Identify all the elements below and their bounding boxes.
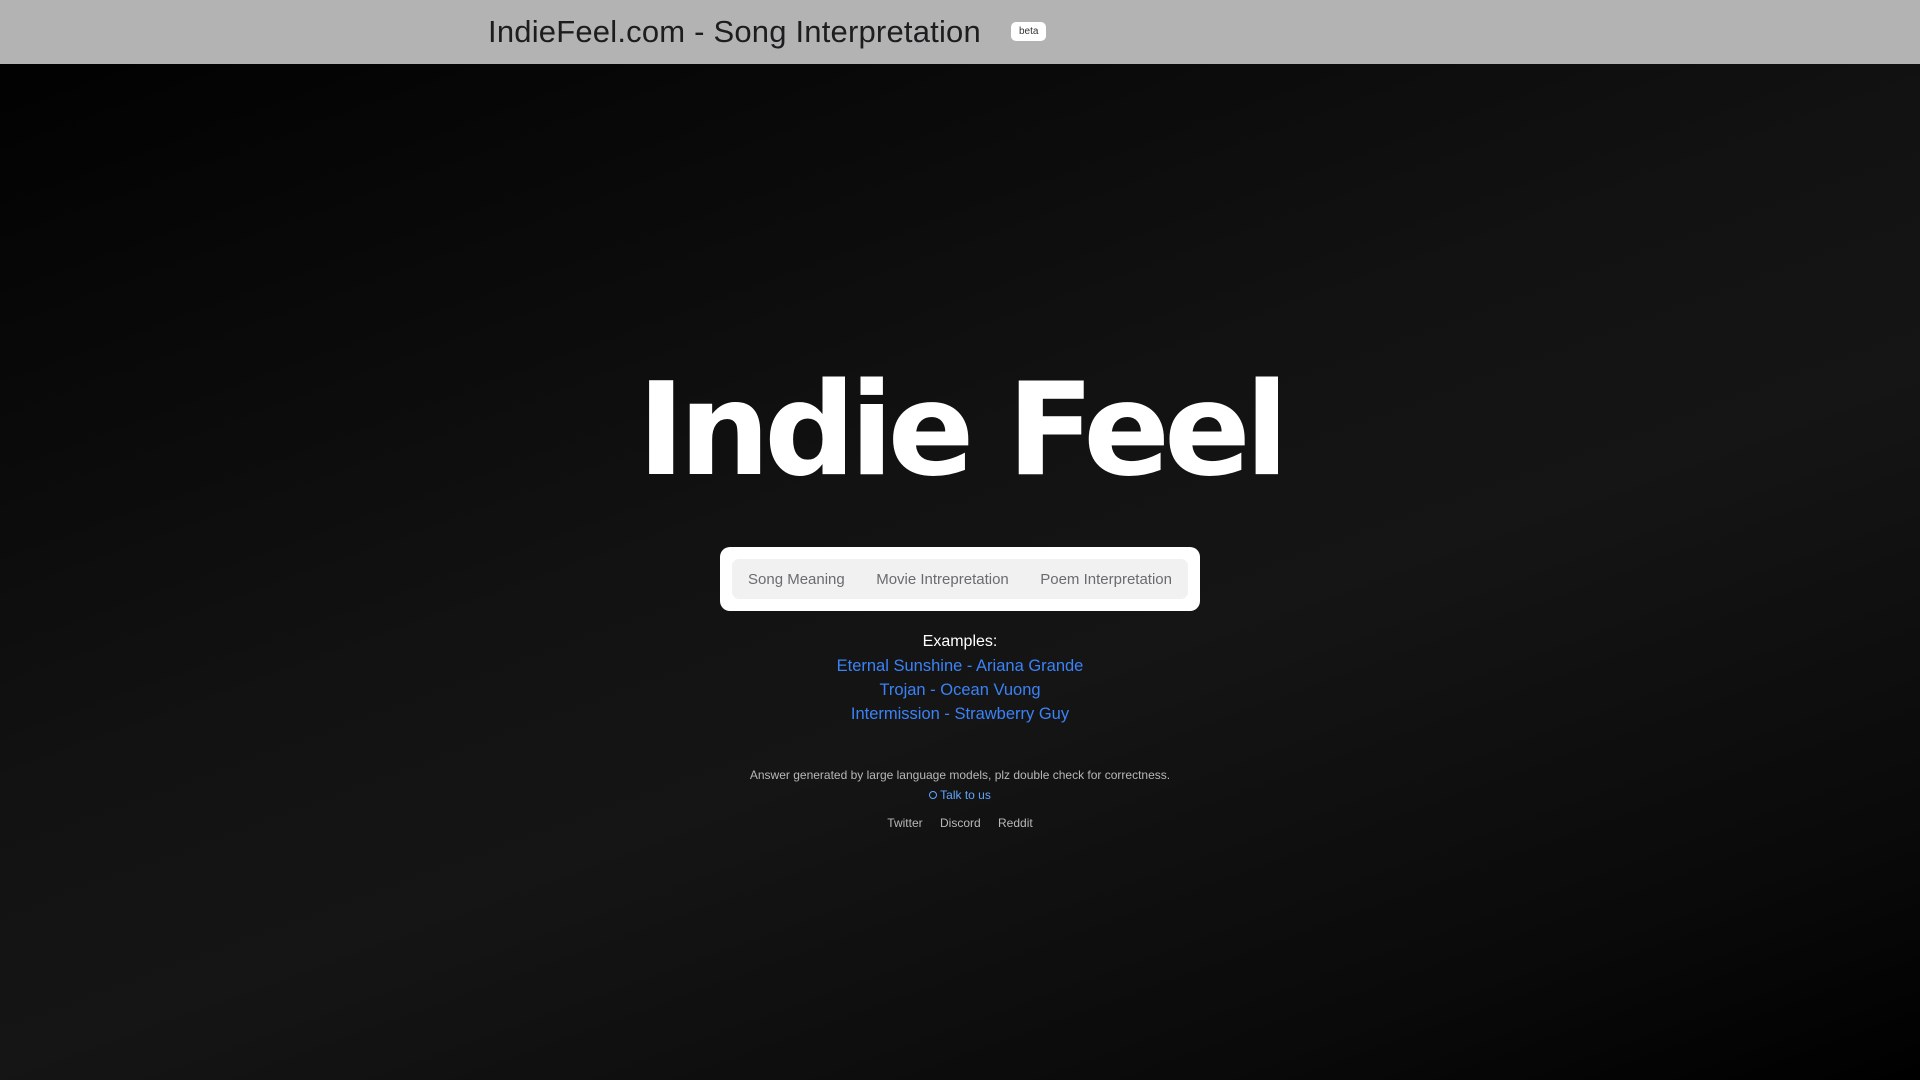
- chat-circle-icon: [929, 791, 938, 799]
- examples-section: Examples: Eternal Sunshine - Ariana Gran…: [0, 630, 1920, 726]
- discord-link[interactable]: Discord: [940, 816, 981, 830]
- talk-to-us-link[interactable]: Talk to us: [929, 786, 991, 804]
- footer: Answer generated by large language model…: [0, 766, 1920, 832]
- reddit-link[interactable]: Reddit: [998, 816, 1033, 830]
- tab-poem-interpretation[interactable]: Poem Interpretation: [1040, 571, 1172, 588]
- mode-tab-list: Song Meaning Movie Intrepretation Poem I…: [732, 559, 1188, 599]
- site-title[interactable]: IndieFeel.com - Song Interpretation: [488, 14, 981, 50]
- talk-to-us-label: Talk to us: [940, 788, 991, 802]
- example-link-eternal-sunshine[interactable]: Eternal Sunshine - Ariana Grande: [0, 654, 1920, 678]
- mode-selector-card: Song Meaning Movie Intrepretation Poem I…: [720, 547, 1200, 611]
- twitter-link[interactable]: Twitter: [887, 816, 922, 830]
- top-header-bar: IndieFeel.com - Song Interpretation beta: [0, 0, 1920, 64]
- example-link-trojan[interactable]: Trojan - Ocean Vuong: [0, 678, 1920, 702]
- example-link-intermission[interactable]: Intermission - Strawberry Guy: [0, 702, 1920, 726]
- social-links: Twitter Discord Reddit: [0, 814, 1920, 832]
- beta-badge: beta: [1011, 22, 1047, 41]
- examples-heading: Examples:: [922, 633, 998, 650]
- llm-disclaimer: Answer generated by large language model…: [749, 768, 1171, 782]
- hero-title: Indie Feel: [637, 356, 1288, 505]
- tab-song-meaning[interactable]: Song Meaning: [748, 571, 845, 588]
- tab-movie-interpretation[interactable]: Movie Intrepretation: [876, 571, 1009, 588]
